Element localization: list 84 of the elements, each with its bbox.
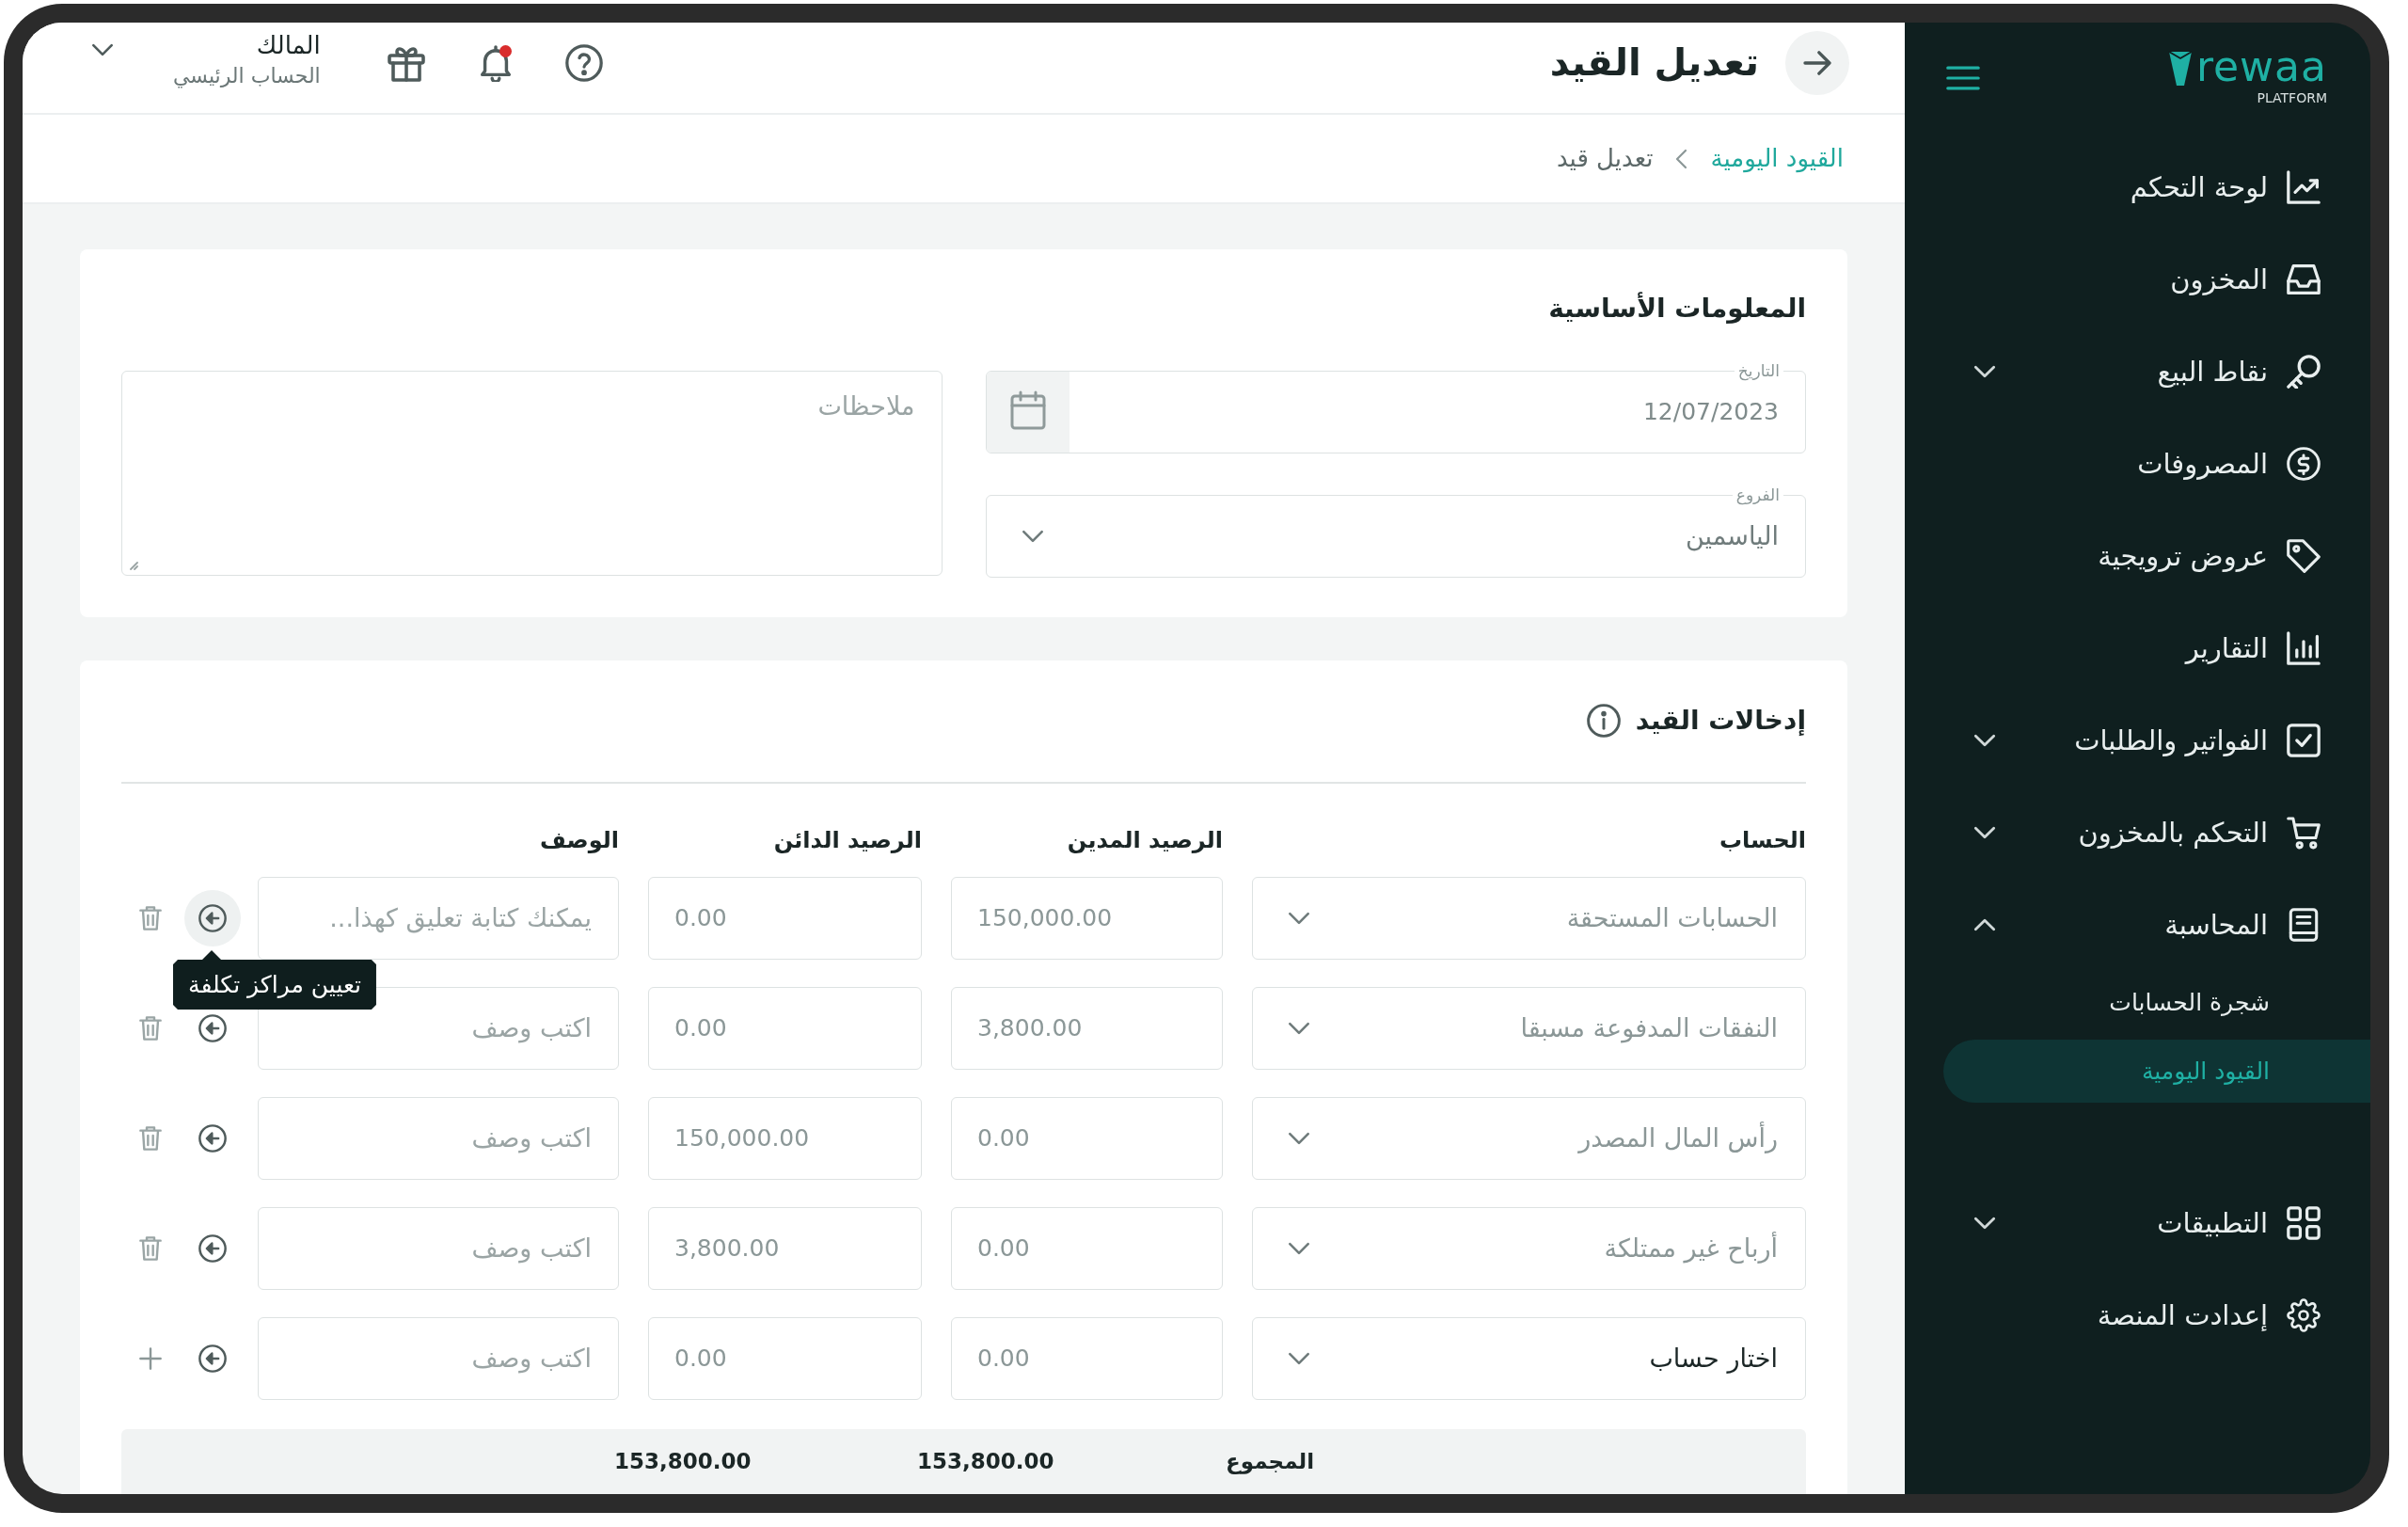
credit-field[interactable]: 0.00	[648, 987, 922, 1070]
chevron-down-icon	[1288, 1352, 1310, 1365]
arrow-circle-icon	[198, 1234, 227, 1263]
user-name: المالك	[256, 30, 321, 61]
calendar-icon[interactable]	[986, 372, 1069, 453]
debit-field[interactable]: 150,000.00	[951, 877, 1223, 960]
tag-icon	[2287, 539, 2321, 573]
sidebar-item[interactable]: المحاسبة	[1905, 879, 2370, 971]
section-title: إدخالات القيد	[1635, 704, 1806, 738]
menu-icon[interactable]	[1946, 66, 1980, 90]
sidebar-item[interactable]: المخزون	[1905, 233, 2370, 326]
totals-value: 153,800.00	[614, 1448, 752, 1475]
debit-field[interactable]: 0.00	[951, 1097, 1223, 1180]
logo-tagline: PLATFORM	[2257, 89, 2327, 106]
sidebar-item[interactable]: إعدادت المنصة	[1905, 1269, 2370, 1361]
column-header: الرصيد الدائن	[773, 826, 922, 855]
account-select[interactable]: أرباح غير ممتلكة	[1252, 1207, 1806, 1290]
section-title: المعلومات الأساسية	[1547, 292, 1806, 326]
column-header: الرصيد المدين	[1067, 826, 1223, 855]
sidebar-item[interactable]: الفواتير والطلبات	[1905, 694, 2370, 787]
sidebar-subitem[interactable]: شجرة الحسابات	[1905, 971, 2370, 1034]
sidebar-item[interactable]: عروض ترويجية	[1905, 510, 2370, 602]
logo-icon	[2167, 50, 2193, 87]
sidebar-item[interactable]: لوحة التحكم	[1905, 141, 2370, 233]
page-title: تعديل القيد	[1549, 40, 1759, 86]
debit-field[interactable]: 3,800.00	[951, 987, 1223, 1070]
cart-icon	[2287, 816, 2321, 850]
chevron-up-icon[interactable]	[1973, 918, 1996, 931]
debit-field[interactable]: 0.00	[951, 1317, 1223, 1400]
description-field[interactable]: اكتب وصف	[258, 1097, 619, 1180]
info-icon[interactable]	[1586, 704, 1621, 738]
sidebar-item[interactable]: التحكم بالمخزون	[1905, 787, 2370, 879]
gift-icon[interactable]	[387, 44, 425, 82]
chevron-down-icon	[1021, 530, 1044, 543]
book-icon	[2287, 908, 2321, 942]
sidebar-item[interactable]: نقاط البيع	[1905, 326, 2370, 418]
description-field[interactable]: اكتب وصف	[258, 1317, 619, 1400]
account-select[interactable]: رأس المال المصدر	[1252, 1097, 1806, 1180]
sidebar-item[interactable]: التقارير	[1905, 602, 2370, 694]
credit-field[interactable]: 150,000.00	[648, 1097, 922, 1180]
description-field[interactable]: اكتب وصف	[258, 1207, 619, 1290]
chevron-down-icon	[1288, 1022, 1310, 1035]
credit-field[interactable]: 0.00	[648, 1317, 922, 1400]
breadcrumb-link[interactable]: تعديل قيد	[1556, 140, 1654, 177]
chevron-left-icon	[1675, 147, 1688, 170]
arrow-right-icon	[1803, 51, 1831, 75]
account-select[interactable]: النفقات المدفوعة مسبقا	[1252, 987, 1806, 1070]
breadcrumb-link[interactable]: القيود اليومية	[1710, 140, 1844, 177]
credit-field[interactable]: 3,800.00	[648, 1207, 922, 1290]
help-icon[interactable]	[564, 44, 603, 82]
logo-wordmark: rewaa	[2195, 46, 2327, 87]
arrow-circle-icon	[198, 1124, 227, 1153]
sidebar-item[interactable]: المصروفات	[1905, 418, 2370, 510]
totals-label: المجموع	[1226, 1448, 1315, 1476]
inbox-icon	[2287, 262, 2321, 296]
trend-chart-icon	[2287, 170, 2321, 204]
credit-field[interactable]: 0.00	[648, 877, 922, 960]
column-header: الوصف	[539, 826, 619, 855]
sidebar-subitem[interactable]: القيود اليومية	[1943, 1040, 2370, 1103]
grid-icon	[2287, 1206, 2321, 1240]
check-square-icon	[2287, 724, 2321, 757]
totals-value: 153,800.00	[917, 1448, 1054, 1475]
column-header: الحساب	[1719, 826, 1806, 855]
plus-icon[interactable]	[139, 1347, 162, 1370]
resize-handle-icon[interactable]	[127, 559, 138, 570]
arrow-circle-icon	[198, 1344, 227, 1373]
sidebar-item[interactable]: التطبيقات	[1905, 1177, 2370, 1269]
description-field[interactable]: يمكنك كتابة تعليق كهذا...	[258, 877, 619, 960]
tooltip: تعيين مراكز تكلفة	[173, 950, 376, 1010]
chevron-down-icon	[1288, 1132, 1310, 1145]
dollar-icon	[2287, 447, 2321, 481]
chevron-down-icon[interactable]	[91, 43, 114, 56]
notes-field[interactable]: ملاحظات	[121, 371, 943, 576]
account-select[interactable]: الحسابات المستحقة	[1252, 877, 1806, 960]
bar-chart-icon	[2287, 631, 2321, 665]
chevron-down-icon	[1288, 912, 1310, 925]
key-icon	[2287, 355, 2321, 389]
settings-icon	[2287, 1298, 2321, 1332]
account-select[interactable]: اختار حساب	[1252, 1317, 1806, 1400]
arrow-circle-icon	[198, 1014, 227, 1042]
debit-field[interactable]: 0.00	[951, 1207, 1223, 1290]
user-account: الحساب الرئيسي	[173, 63, 321, 89]
arrow-circle-icon	[198, 904, 227, 932]
chevron-down-icon	[1288, 1242, 1310, 1255]
